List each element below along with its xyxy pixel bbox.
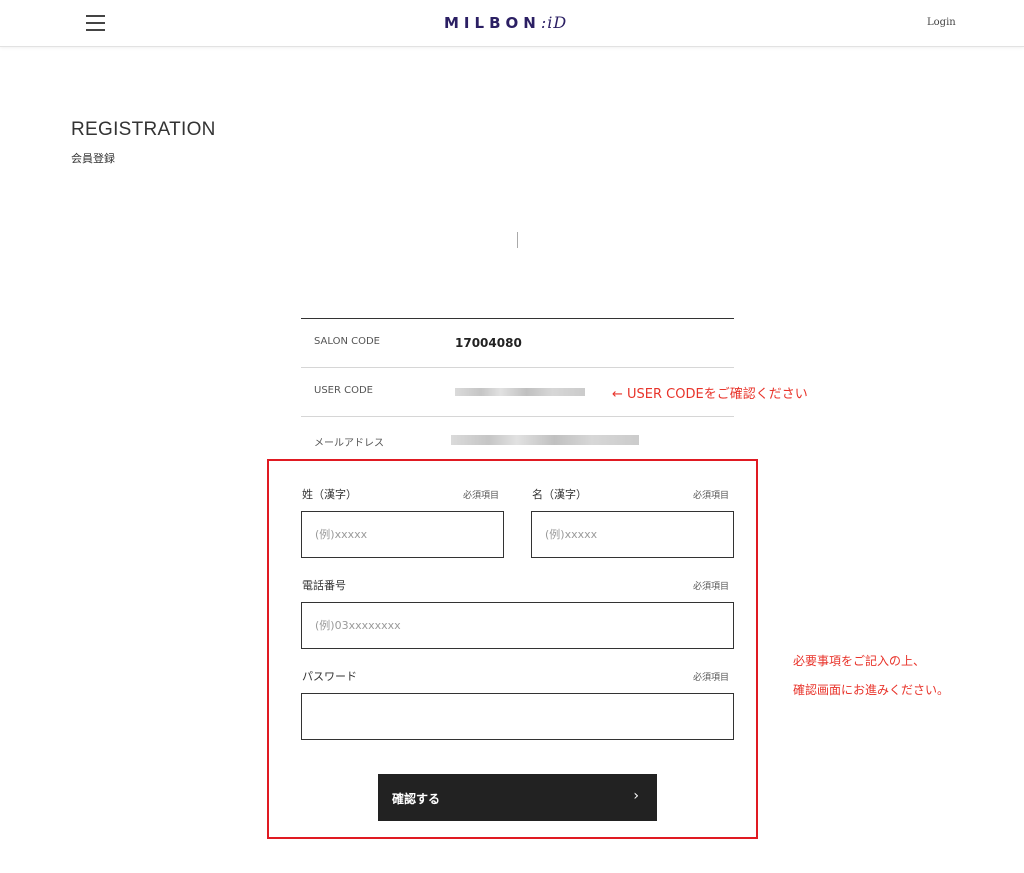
salon-code-label: SALON CODE — [314, 336, 380, 347]
user-code-value-redacted — [455, 388, 585, 396]
confirm-button[interactable]: 確認する › — [378, 774, 657, 821]
last-name-input[interactable] — [301, 511, 504, 558]
last-name-label: 姓（漢字） — [302, 488, 357, 501]
phone-required-badge: 必須項目 — [693, 582, 730, 592]
last-name-required-badge: 必須項目 — [463, 491, 500, 501]
login-link[interactable]: Login — [927, 17, 956, 28]
confirm-button-label: 確認する — [392, 792, 441, 806]
password-required-badge: 必須項目 — [693, 673, 730, 683]
email-row: メールアドレス — [301, 416, 734, 465]
phone-label: 電話番号 — [302, 579, 346, 592]
milbon-id-logo[interactable]: MILBON:iD — [444, 13, 567, 35]
salon-code-row: SALON CODE 17004080 — [301, 318, 734, 367]
form-annotation-line1: 必要事項をご記入の上、 — [793, 654, 926, 668]
password-input[interactable] — [301, 693, 734, 740]
chevron-right-icon: › — [633, 788, 639, 804]
email-value-redacted — [451, 435, 639, 445]
site-header: MILBON:iD Login — [0, 0, 1024, 47]
user-code-annotation: ← USER CODEをご確認ください — [612, 387, 808, 402]
hamburger-menu-icon[interactable] — [86, 14, 105, 31]
salon-code-value: 17004080 — [455, 336, 522, 350]
email-label: メールアドレス — [314, 438, 384, 449]
form-annotation-line2: 確認画面にお進みください。 — [793, 683, 950, 697]
page-subtitle: 会員登録 — [71, 152, 115, 165]
user-code-label: USER CODE — [314, 385, 373, 396]
first-name-input[interactable] — [531, 511, 734, 558]
step-divider — [517, 232, 518, 248]
password-label: パスワード — [302, 670, 357, 683]
first-name-required-badge: 必須項目 — [693, 491, 730, 501]
page-title: REGISTRATION — [71, 119, 216, 140]
first-name-label: 名（漢字） — [532, 488, 587, 501]
phone-input[interactable] — [301, 602, 734, 649]
